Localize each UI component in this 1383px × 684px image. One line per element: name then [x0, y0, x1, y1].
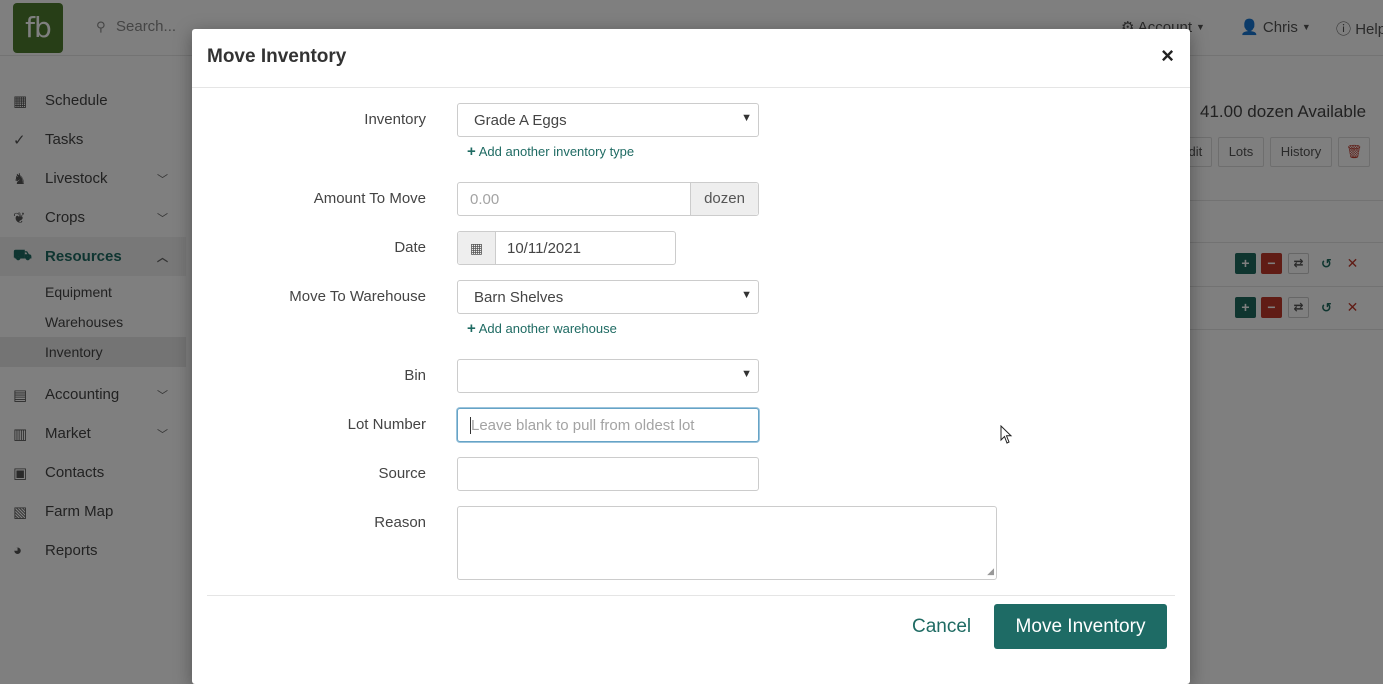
modal-title: Move Inventory [207, 46, 347, 67]
reason-label: Reason [374, 514, 426, 531]
text-cursor [470, 417, 471, 434]
source-input[interactable] [457, 457, 759, 491]
date-label: Date [394, 239, 426, 256]
amount-label: Amount To Move [313, 190, 426, 207]
plus-icon: + [467, 143, 476, 160]
close-icon[interactable]: × [1161, 43, 1174, 69]
inventory-label: Inventory [364, 111, 426, 128]
amount-placeholder: 0.00 [470, 191, 500, 208]
move-inventory-button[interactable]: Move Inventory [994, 604, 1167, 649]
lot-number-input[interactable]: Leave blank to pull from oldest lot [457, 408, 759, 442]
amount-input[interactable]: 0.00 dozen [457, 182, 759, 216]
source-label: Source [378, 465, 426, 482]
plus-icon: + [467, 320, 476, 337]
modal-header: Move Inventory × [192, 29, 1190, 88]
bin-label: Bin [404, 367, 426, 384]
chevron-down-icon: ▼ [741, 112, 752, 124]
add-inventory-type-link[interactable]: + Add another inventory type [467, 143, 634, 160]
bin-select[interactable]: ▼ [457, 359, 759, 393]
warehouse-selected-value: Barn Shelves [474, 289, 564, 306]
lot-number-label: Lot Number [347, 416, 426, 433]
add-warehouse-link[interactable]: + Add another warehouse [467, 320, 617, 337]
move-inventory-modal: Move Inventory × Inventory Grade A Eggs … [192, 29, 1190, 684]
warehouse-label: Move To Warehouse [289, 288, 426, 305]
amount-unit-addon: dozen [690, 183, 758, 215]
resize-handle-icon[interactable]: ◢ [987, 566, 994, 577]
chevron-down-icon: ▼ [741, 289, 752, 301]
chevron-down-icon: ▼ [741, 368, 752, 380]
calendar-icon[interactable]: ▦ [458, 232, 496, 264]
lot-number-placeholder: Leave blank to pull from oldest lot [471, 417, 695, 434]
reason-textarea[interactable]: ◢ [457, 506, 997, 580]
inventory-select[interactable]: Grade A Eggs ▼ [457, 103, 759, 137]
add-inventory-type-label: Add another inventory type [478, 144, 635, 159]
date-input[interactable]: ▦ 10/11/2021 [457, 231, 676, 265]
cancel-button[interactable]: Cancel [912, 616, 971, 638]
warehouse-select[interactable]: Barn Shelves ▼ [457, 280, 759, 314]
date-value: 10/11/2021 [507, 240, 581, 257]
mouse-pointer-icon [1000, 425, 1013, 444]
modal-footer-divider [207, 595, 1175, 596]
inventory-selected-value: Grade A Eggs [474, 112, 567, 129]
add-warehouse-label: Add another warehouse [478, 321, 617, 336]
